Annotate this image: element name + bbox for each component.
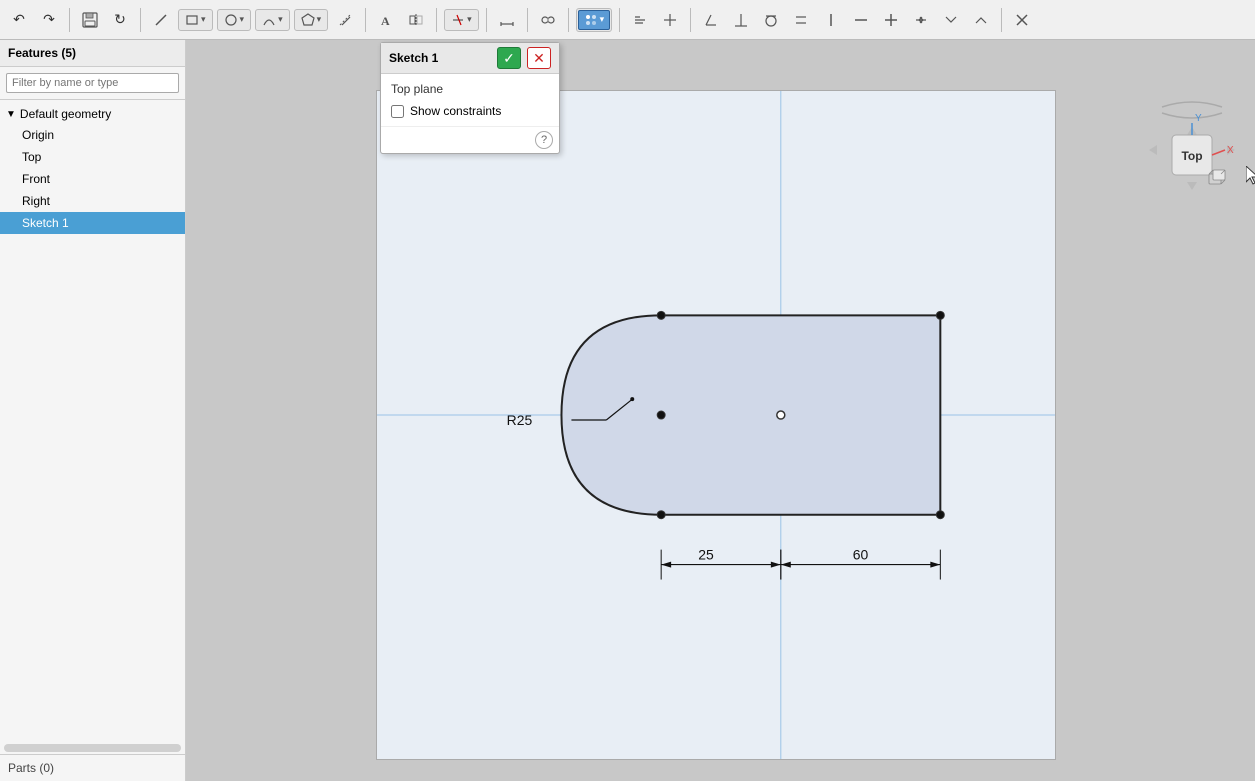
sep5 bbox=[486, 8, 487, 32]
tree-group-label: Default geometry bbox=[20, 107, 111, 121]
sep4 bbox=[436, 8, 437, 32]
trim-group: ▾ bbox=[444, 9, 479, 31]
show-constraints-row: Show constraints bbox=[391, 104, 549, 118]
show-constraints-label: Show constraints bbox=[410, 104, 501, 118]
sketch-canvas[interactable]: R25 25 60 bbox=[376, 90, 1056, 760]
help-button[interactable]: ? bbox=[535, 131, 553, 149]
sidebar-item-right[interactable]: Right bbox=[0, 190, 185, 212]
sidebar-item-front[interactable]: Front bbox=[0, 168, 185, 190]
tool-tangent[interactable] bbox=[758, 7, 784, 33]
tool-v3[interactable] bbox=[818, 7, 844, 33]
show-constraints-checkbox[interactable] bbox=[391, 105, 404, 118]
sep1 bbox=[69, 8, 70, 32]
sep10 bbox=[1001, 8, 1002, 32]
circle-group: ▾ bbox=[217, 9, 252, 31]
tool-v4[interactable] bbox=[848, 7, 874, 33]
main-toolbar: ↶ ↷ ↻ ▾ ▾ ▾ ▾ A bbox=[0, 0, 1255, 40]
constraint-tool[interactable] bbox=[535, 7, 561, 33]
sketch-cancel-button[interactable]: ✕ bbox=[527, 47, 551, 69]
pattern-tool[interactable]: ▾ bbox=[578, 10, 611, 30]
polygon-chevron[interactable]: ▾ bbox=[317, 14, 322, 25]
tree-group-default-geometry[interactable]: ▼ Default geometry bbox=[0, 104, 185, 124]
circle-chevron[interactable]: ▾ bbox=[240, 14, 245, 25]
svg-text:Y: Y bbox=[1195, 113, 1202, 124]
refresh-button[interactable]: ↻ bbox=[107, 7, 133, 33]
sketch-plane-label: Top plane bbox=[391, 82, 549, 96]
canvas-area: Sketch 1 ✓ ✕ Top plane Show constraints … bbox=[186, 40, 1255, 781]
sidebar: Features (5) ▼ Default geometry Origin T… bbox=[0, 40, 186, 781]
search-input[interactable] bbox=[6, 73, 179, 93]
offset-tool[interactable] bbox=[332, 7, 358, 33]
sidebar-scrollbar[interactable] bbox=[4, 744, 181, 752]
svg-text:Top: Top bbox=[1181, 149, 1202, 163]
sidebar-search-container bbox=[0, 67, 185, 100]
tool-angle[interactable] bbox=[698, 7, 724, 33]
sep8 bbox=[619, 8, 620, 32]
view-down-arrow bbox=[1187, 182, 1197, 190]
tool-v1[interactable] bbox=[627, 7, 653, 33]
tool-parallel[interactable] bbox=[788, 7, 814, 33]
polygon-tool[interactable]: ▾ bbox=[296, 11, 327, 29]
tool-v5[interactable] bbox=[878, 7, 904, 33]
tool-v2[interactable] bbox=[657, 7, 683, 33]
rect-group: ▾ bbox=[178, 9, 213, 31]
sketch-panel-footer: ? bbox=[381, 126, 559, 153]
mirror-tool[interactable] bbox=[403, 7, 429, 33]
sep7 bbox=[568, 8, 569, 32]
sidebar-tree: ▼ Default geometry Origin Top Front Righ… bbox=[0, 100, 185, 742]
sep6 bbox=[527, 8, 528, 32]
main-area: Features (5) ▼ Default geometry Origin T… bbox=[0, 40, 1255, 781]
dim1-label: 25 bbox=[698, 547, 714, 563]
sep9 bbox=[690, 8, 691, 32]
redo-button[interactable]: ↷ bbox=[36, 7, 62, 33]
tool-arrow2[interactable] bbox=[938, 7, 964, 33]
dim2-label: 60 bbox=[853, 547, 869, 563]
pattern-chevron[interactable]: ▾ bbox=[600, 14, 605, 25]
sketch-panel-header: Sketch 1 ✓ ✕ bbox=[381, 43, 559, 74]
r-label: R25 bbox=[507, 412, 533, 428]
rect-tool[interactable]: ▾ bbox=[180, 11, 211, 29]
circle-tool[interactable]: ▾ bbox=[219, 11, 250, 29]
line-tool[interactable] bbox=[148, 7, 174, 33]
view-left-arrow bbox=[1149, 145, 1157, 155]
sketch-confirm-button[interactable]: ✓ bbox=[497, 47, 521, 69]
view-cube: Top Y X bbox=[1147, 95, 1237, 185]
sidebar-item-top[interactable]: Top bbox=[0, 146, 185, 168]
sep3 bbox=[365, 8, 366, 32]
tool-cross[interactable] bbox=[1009, 7, 1035, 33]
sep2 bbox=[140, 8, 141, 32]
arc-tool[interactable]: ▾ bbox=[257, 11, 288, 29]
dimension-tool[interactable] bbox=[494, 7, 520, 33]
tool-arrow3[interactable] bbox=[968, 7, 994, 33]
trim-chevron[interactable]: ▾ bbox=[467, 14, 472, 25]
polygon-group: ▾ bbox=[294, 9, 329, 31]
text-tool[interactable]: A bbox=[373, 7, 399, 33]
arc-group: ▾ bbox=[255, 9, 290, 31]
features-header: Features (5) bbox=[0, 40, 185, 67]
chevron-down-icon: ▼ bbox=[6, 109, 16, 120]
pattern-group: ▾ bbox=[576, 8, 613, 32]
sketch-panel-title: Sketch 1 bbox=[389, 51, 491, 65]
mouse-cursor bbox=[1246, 166, 1255, 182]
tool-perpendicular[interactable] bbox=[728, 7, 754, 33]
save-button[interactable] bbox=[77, 7, 103, 33]
trim-tool[interactable]: ▾ bbox=[446, 11, 477, 29]
sketch-panel: Sketch 1 ✓ ✕ Top plane Show constraints … bbox=[380, 42, 560, 154]
arc-chevron[interactable]: ▾ bbox=[278, 14, 283, 25]
svg-text:A: A bbox=[381, 14, 390, 28]
sketch-panel-body: Top plane Show constraints bbox=[381, 74, 559, 126]
sidebar-item-sketch1[interactable]: Sketch 1 bbox=[0, 212, 185, 234]
svg-text:X: X bbox=[1227, 145, 1234, 156]
undo-button[interactable]: ↶ bbox=[6, 7, 32, 33]
rect-chevron[interactable]: ▾ bbox=[201, 14, 206, 25]
tool-arrow1[interactable] bbox=[908, 7, 934, 33]
parts-footer: Parts (0) bbox=[0, 754, 185, 781]
sidebar-item-origin[interactable]: Origin bbox=[0, 124, 185, 146]
